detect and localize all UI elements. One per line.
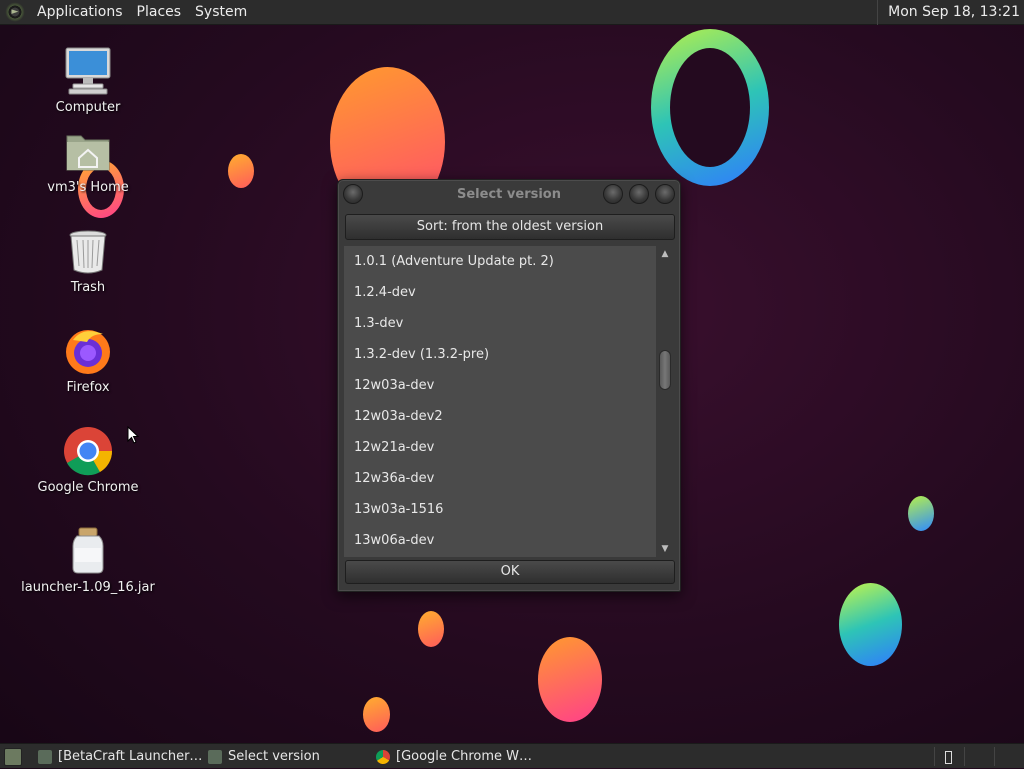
wallpaper-blob (228, 154, 254, 188)
bottom-panel: [BetaCraft Launcher… Select version [Goo… (0, 743, 1024, 768)
version-list-item[interactable]: 12w36a-dev (344, 463, 656, 494)
taskbar-item-label: [Google Chrome W… (396, 749, 533, 764)
places-menu[interactable]: Places (130, 4, 189, 20)
desktop-icon-jar[interactable]: launcher-1.09_16.jar (18, 526, 158, 595)
desktop-icon-label: Google Chrome (37, 480, 139, 495)
version-list-item[interactable]: 13w03a-1516 (344, 494, 656, 525)
dialog-titlebar[interactable]: Select version (338, 180, 680, 210)
ok-button[interactable]: OK (345, 560, 675, 584)
scrollbar-thumb[interactable] (659, 350, 671, 390)
workspace-3[interactable] (994, 747, 1023, 766)
trash-icon (63, 226, 113, 276)
workspace-2[interactable] (964, 747, 993, 766)
desktop-icon-home[interactable]: vm3's Home (18, 126, 158, 195)
sort-button[interactable]: Sort: from the oldest version (345, 214, 675, 240)
version-list-item[interactable]: 13w06a-dev (344, 525, 656, 556)
wallpaper-blob (418, 611, 444, 647)
wallpaper-ring (651, 29, 769, 186)
scroll-down-arrow-icon[interactable]: ▼ (658, 542, 672, 556)
taskbar-item-select-version[interactable]: Select version (208, 744, 320, 769)
chrome-icon (63, 426, 113, 476)
workspace-window-icon (945, 751, 952, 764)
version-list-item[interactable]: 1.3.2-dev (1.3.2-pre) (344, 339, 656, 370)
taskbar-item-label: [BetaCraft Launcher… (58, 749, 203, 764)
home-folder-icon (63, 126, 113, 176)
system-menu[interactable]: System (188, 4, 254, 20)
taskbar-item-label: Select version (228, 749, 320, 764)
version-list-item[interactable]: 12w21a-dev (344, 432, 656, 463)
chrome-icon (376, 749, 390, 764)
main-menu-logo-icon[interactable]: ► (5, 2, 25, 22)
close-button[interactable] (655, 184, 675, 204)
taskbar-item-betacraft[interactable]: [BetaCraft Launcher… (38, 744, 202, 769)
desktop-icon-label: launcher-1.09_16.jar (21, 580, 155, 595)
mouse-cursor-icon (127, 426, 139, 444)
select-version-dialog: Select version Sort: from the oldest ver… (337, 179, 681, 592)
jar-icon (63, 526, 113, 576)
version-list-item[interactable]: 1.3-dev (344, 308, 656, 339)
desktop-icon-label: Trash (70, 280, 106, 295)
desktop-icon-label: Firefox (66, 380, 110, 395)
version-list-item[interactable]: 12w03a-dev (344, 370, 656, 401)
scroll-up-arrow-icon[interactable]: ▲ (658, 247, 672, 261)
wallpaper-blob (839, 583, 902, 666)
version-list[interactable]: 1.0.1 (Adventure Update pt. 2) 1.2.4-dev… (344, 246, 656, 557)
applications-menu[interactable]: Applications (30, 4, 130, 20)
desktop-icon-computer[interactable]: Computer (18, 46, 158, 115)
maximize-button[interactable] (629, 184, 649, 204)
version-list-item[interactable]: 1.2.4-dev (344, 277, 656, 308)
minimize-button[interactable] (603, 184, 623, 204)
version-list-item[interactable]: 12w03a-dev2 (344, 401, 656, 432)
desktop-icon-firefox[interactable]: Firefox (18, 326, 158, 395)
workspace-1[interactable] (934, 747, 963, 766)
wallpaper-blob (363, 697, 390, 732)
version-list-scrollbar[interactable]: ▲ ▼ (658, 246, 672, 557)
java-icon (38, 749, 52, 764)
workspace-switcher[interactable] (934, 747, 1024, 766)
wallpaper-blob (538, 637, 602, 722)
desktop-icon-label: vm3's Home (47, 180, 129, 195)
desktop-icon-trash[interactable]: Trash (18, 226, 158, 295)
desktop-icon-label: Computer (55, 100, 121, 115)
version-list-item[interactable]: 1.0.1 (Adventure Update pt. 2) (344, 246, 656, 277)
top-panel: ► Applications Places System Mon Sep 18,… (0, 0, 1024, 25)
taskbar-item-chrome[interactable]: [Google Chrome W… (376, 744, 532, 769)
clock[interactable]: Mon Sep 18, 13:21 (877, 0, 1024, 25)
firefox-icon (63, 326, 113, 376)
computer-icon (63, 46, 113, 96)
show-desktop-icon[interactable] (4, 748, 22, 766)
java-icon (208, 749, 222, 764)
wallpaper-blob (908, 496, 934, 531)
